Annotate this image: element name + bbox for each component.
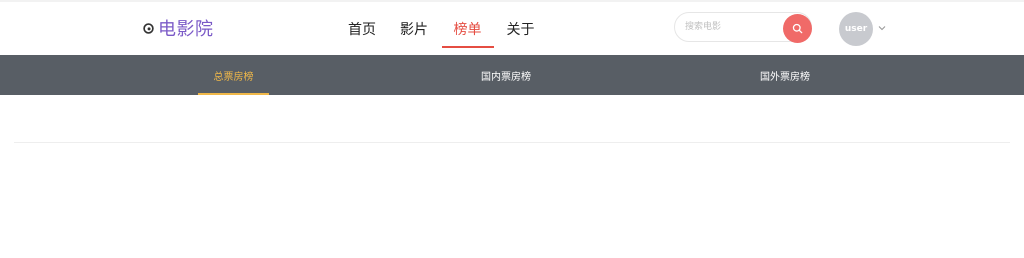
nav-active-underline [442,46,494,48]
tab-label: 国外票房榜 [760,71,810,83]
tab-label: 国内票房榜 [481,71,531,83]
main-nav: 首页 影片 榜单 关于 [337,2,547,55]
nav-item-label: 关于 [506,21,535,38]
nav-item-label: 首页 [348,21,376,38]
brand-logo-link[interactable]: 电影院 [143,16,214,40]
nav-item-rankings[interactable]: 榜单 [441,2,494,55]
tab-total-box-office[interactable]: 总票房榜 [198,55,269,95]
tab-domestic-box-office[interactable]: 国内票房榜 [463,55,549,95]
tab-active-underline [198,93,269,95]
avatar-label: user [844,24,868,34]
tab-label: 总票房榜 [213,71,254,83]
tab-foreign-box-office[interactable]: 国外票房榜 [745,55,825,95]
nav-item-home[interactable]: 首页 [337,2,387,55]
search-button[interactable] [783,14,812,43]
user-avatar[interactable]: user [839,12,873,46]
search-icon [792,23,803,34]
chevron-down-icon[interactable] [877,24,887,32]
ranking-tabs-bar: 总票房榜 国内票房榜 国外票房榜 [0,55,1024,95]
nav-item-movies[interactable]: 影片 [387,2,441,55]
nav-item-label: 榜单 [453,21,482,38]
film-logo-icon [143,22,154,34]
search-input[interactable] [685,18,781,36]
content-divider [14,142,1010,143]
nav-item-label: 影片 [400,21,428,38]
nav-item-about[interactable]: 关于 [494,2,547,55]
brand-name: 电影院 [158,19,214,40]
